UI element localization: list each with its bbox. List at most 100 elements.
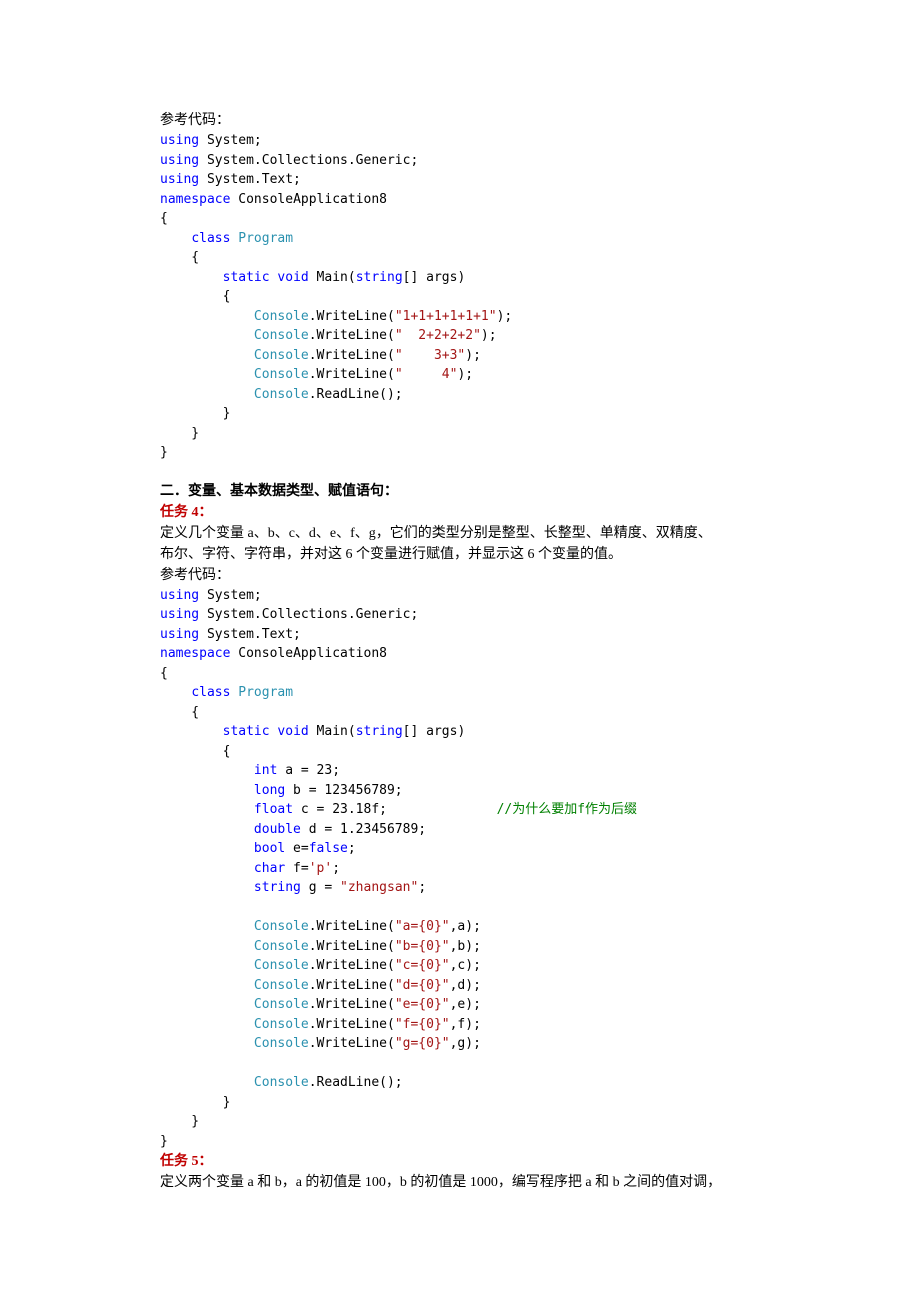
txt: ,a); [450,919,481,934]
kw-void: void [277,724,308,739]
txt: ,e); [450,997,481,1012]
txt: .WriteLine( [309,1017,395,1032]
task-4-desc-line-2: 布尔、字符、字符串，并对这 6 个变量进行赋值，并显示这 6 个变量的值。 [160,544,800,565]
type-console: Console [254,939,309,954]
txt: .WriteLine( [309,348,395,363]
txt: ,d); [450,978,481,993]
kw-static: static [223,270,270,285]
txt: System.Collections.Generic; [199,153,418,168]
txt: a = 23; [277,763,340,778]
kw-namespace: namespace [160,646,230,661]
txt: f= [285,861,308,876]
str: "c={0}" [395,958,450,973]
txt: d = 1.23456789; [301,822,426,837]
reference-code-label-2: 参考代码： [160,565,800,586]
type-console: Console [254,958,309,973]
kw-double: double [254,822,301,837]
txt: ,g); [450,1036,481,1051]
reference-code-label-1: 参考代码： [160,110,800,131]
type-console: Console [254,978,309,993]
txt: Main( [309,270,356,285]
str: "a={0}" [395,919,450,934]
kw-string: string [254,880,301,895]
txt: ; [418,880,426,895]
kw-string: string [356,724,403,739]
str: " 2+2+2+2" [395,328,481,343]
task-5-label: 任务 5： [160,1151,800,1172]
type-console: Console [254,1036,309,1051]
str: " 3+3" [395,348,465,363]
txt: .WriteLine( [309,367,395,382]
str: "b={0}" [395,939,450,954]
txt: e= [285,841,308,856]
comment: //为什么要加f作为后缀 [497,802,637,817]
txt: System.Text; [199,172,301,187]
str: "g={0}" [395,1036,450,1051]
txt: ConsoleApplication8 [230,192,387,207]
txt: ); [481,328,497,343]
txt: .WriteLine( [309,309,395,324]
kw-using: using [160,133,199,148]
kw-namespace: namespace [160,192,230,207]
txt: System.Collections.Generic; [199,607,418,622]
txt: .WriteLine( [309,997,395,1012]
txt: ); [457,367,473,382]
txt: .WriteLine( [309,958,395,973]
txt: ; [332,861,340,876]
kw-long: long [254,783,285,798]
kw-using: using [160,627,199,642]
txt: Main( [309,724,356,739]
kw-void: void [277,270,308,285]
type-console: Console [254,367,309,382]
type-program: Program [238,685,293,700]
txt: System; [199,133,262,148]
kw-class: class [191,231,230,246]
type-console: Console [254,387,309,402]
txt: .WriteLine( [309,978,395,993]
kw-using: using [160,172,199,187]
task-4-label: 任务 4： [160,502,800,523]
kw-string: string [356,270,403,285]
kw-bool: bool [254,841,285,856]
kw-using: using [160,153,199,168]
txt: g = [301,880,340,895]
str: "zhangsan" [340,880,418,895]
document-page: 参考代码： using System; using System.Collect… [0,0,920,1302]
txt: ,c); [450,958,481,973]
str: "e={0}" [395,997,450,1012]
txt: ; [348,841,356,856]
code-block-1: using System; using System.Collections.G… [160,131,800,463]
str: "1+1+1+1+1+1" [395,309,497,324]
txt: [] args) [403,270,466,285]
txt: ConsoleApplication8 [230,646,387,661]
txt: c = 23.18f; [293,802,387,817]
kw-int: int [254,763,277,778]
type-console: Console [254,348,309,363]
type-console: Console [254,1075,309,1090]
txt: [] args) [403,724,466,739]
txt: .WriteLine( [309,1036,395,1051]
txt: .WriteLine( [309,328,395,343]
type-console: Console [254,328,309,343]
str: " 4" [395,367,458,382]
kw-char: char [254,861,285,876]
txt: b = 123456789; [285,783,402,798]
txt: ,b); [450,939,481,954]
task-5-desc: 定义两个变量 a 和 b，a 的初值是 100，b 的初值是 1000，编写程序… [160,1172,800,1193]
txt: ); [497,309,513,324]
txt: ); [465,348,481,363]
type-console: Console [254,919,309,934]
kw-static: static [223,724,270,739]
txt: ,f); [450,1017,481,1032]
code-block-2: using System; using System.Collections.G… [160,586,800,1152]
task-4-desc-line-1: 定义几个变量 a、b、c、d、e、f、g，它们的类型分别是整型、长整型、单精度、… [160,523,800,544]
txt: .WriteLine( [309,919,395,934]
kw-false: false [309,841,348,856]
txt: System; [199,588,262,603]
txt: .WriteLine( [309,939,395,954]
type-console: Console [254,997,309,1012]
txt: .ReadLine(); [309,387,403,402]
str: "d={0}" [395,978,450,993]
str: "f={0}" [395,1017,450,1032]
kw-class: class [191,685,230,700]
